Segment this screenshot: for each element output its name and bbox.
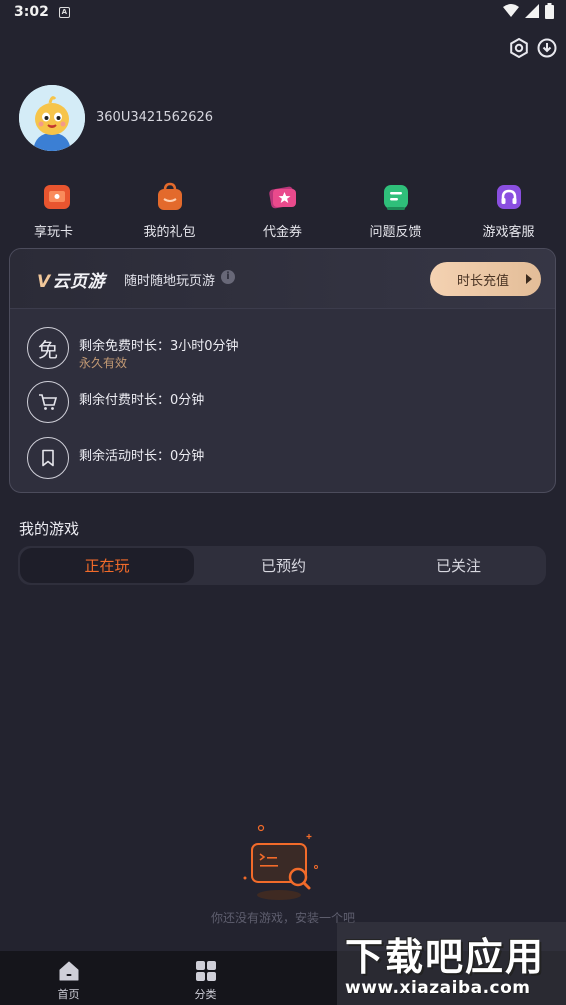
wifi-icon (503, 4, 519, 17)
cart-icon (27, 381, 69, 423)
quick-menu: 享玩卡 我的礼包 代金券 问题反馈 游戏客服 (0, 180, 566, 240)
tab-reserved[interactable]: 已预约 (196, 546, 371, 585)
nav-category[interactable]: 分类 (137, 951, 274, 1005)
cloud-game-logo: V 云页游 (37, 272, 106, 292)
tab-followed[interactable]: 已关注 (371, 546, 546, 585)
bookmark-icon (27, 437, 69, 479)
free-time-validity: 永久有效 (79, 356, 128, 370)
cloud-game-card: V 云页游 随时随地玩页游 i 时长充值 免 剩余免费时长：3小时0分钟 永久有效… (9, 248, 556, 493)
status-icons (503, 3, 554, 19)
status-time: 3:02 (14, 4, 49, 20)
quick-item-feedback[interactable]: 问题反馈 (339, 180, 452, 240)
quick-item-label: 我的礼包 (143, 225, 196, 240)
recharge-label: 时长充值 (457, 273, 510, 289)
empty-games-illustration (238, 820, 326, 908)
paid-time-row: 剩余付费时长：0分钟 (27, 381, 527, 425)
gift-bag-icon (153, 180, 187, 214)
quick-item-voucher[interactable]: 代金券 (226, 180, 339, 240)
notification-a-icon: A (58, 6, 70, 18)
watermark-url: www.xiazaiba.com (345, 978, 531, 998)
info-icon[interactable]: i (221, 270, 235, 284)
nav-category-label: 分类 (194, 988, 217, 1001)
card-icon (40, 180, 74, 214)
grid-icon (194, 959, 218, 983)
quick-item-label: 游戏客服 (482, 225, 535, 240)
cloud-game-header: V 云页游 随时随地玩页游 i 时长充值 (10, 249, 555, 309)
avatar[interactable] (19, 85, 85, 151)
settings-icon[interactable] (508, 37, 530, 59)
arrow-right-icon (526, 274, 532, 284)
my-games-title: 我的游戏 (19, 520, 80, 538)
quick-item-card[interactable]: 享玩卡 (0, 180, 113, 240)
username: 360U3421562626 (96, 110, 214, 125)
watermark: 下载吧应用 www.xiazaiba.com (337, 922, 566, 1005)
tab-playing[interactable]: 正在玩 (20, 548, 194, 583)
free-time-row: 免 剩余免费时长：3小时0分钟 永久有效 (27, 327, 527, 371)
headset-icon (492, 180, 526, 214)
my-games-tabs: 正在玩 已预约 已关注 (18, 546, 546, 585)
quick-item-support[interactable]: 游戏客服 (452, 180, 565, 240)
quick-item-label: 享玩卡 (33, 225, 73, 240)
signal-icon (525, 4, 539, 18)
watermark-title: 下载吧应用 (345, 935, 546, 979)
quick-item-label: 代金券 (262, 225, 302, 240)
screen: 3:02 A 360U3421562626 享玩卡 我的礼包 代金券 问题反馈 … (0, 0, 566, 1005)
feedback-icon (379, 180, 413, 214)
free-icon: 免 (27, 327, 69, 369)
quick-item-label: 问题反馈 (369, 225, 422, 240)
nav-home[interactable]: 首页 (0, 951, 137, 1005)
event-time-row: 剩余活动时长：0分钟 (27, 437, 527, 481)
cloud-game-slogan: 随时随地玩页游 (124, 274, 216, 289)
top-actions (508, 37, 558, 59)
free-time-label: 剩余免费时长：3小时0分钟 (79, 339, 239, 354)
paid-time-label: 剩余付费时长：0分钟 (79, 393, 205, 408)
status-bar: 3:02 A (0, 0, 566, 24)
event-time-label: 剩余活动时长：0分钟 (79, 449, 205, 464)
home-icon (57, 959, 81, 983)
battery-icon (545, 3, 554, 19)
recharge-button[interactable]: 时长充值 (430, 262, 541, 296)
nav-home-label: 首页 (57, 988, 80, 1001)
voucher-icon (266, 180, 300, 214)
quick-item-gifts[interactable]: 我的礼包 (113, 180, 226, 240)
download-icon[interactable] (536, 37, 558, 59)
